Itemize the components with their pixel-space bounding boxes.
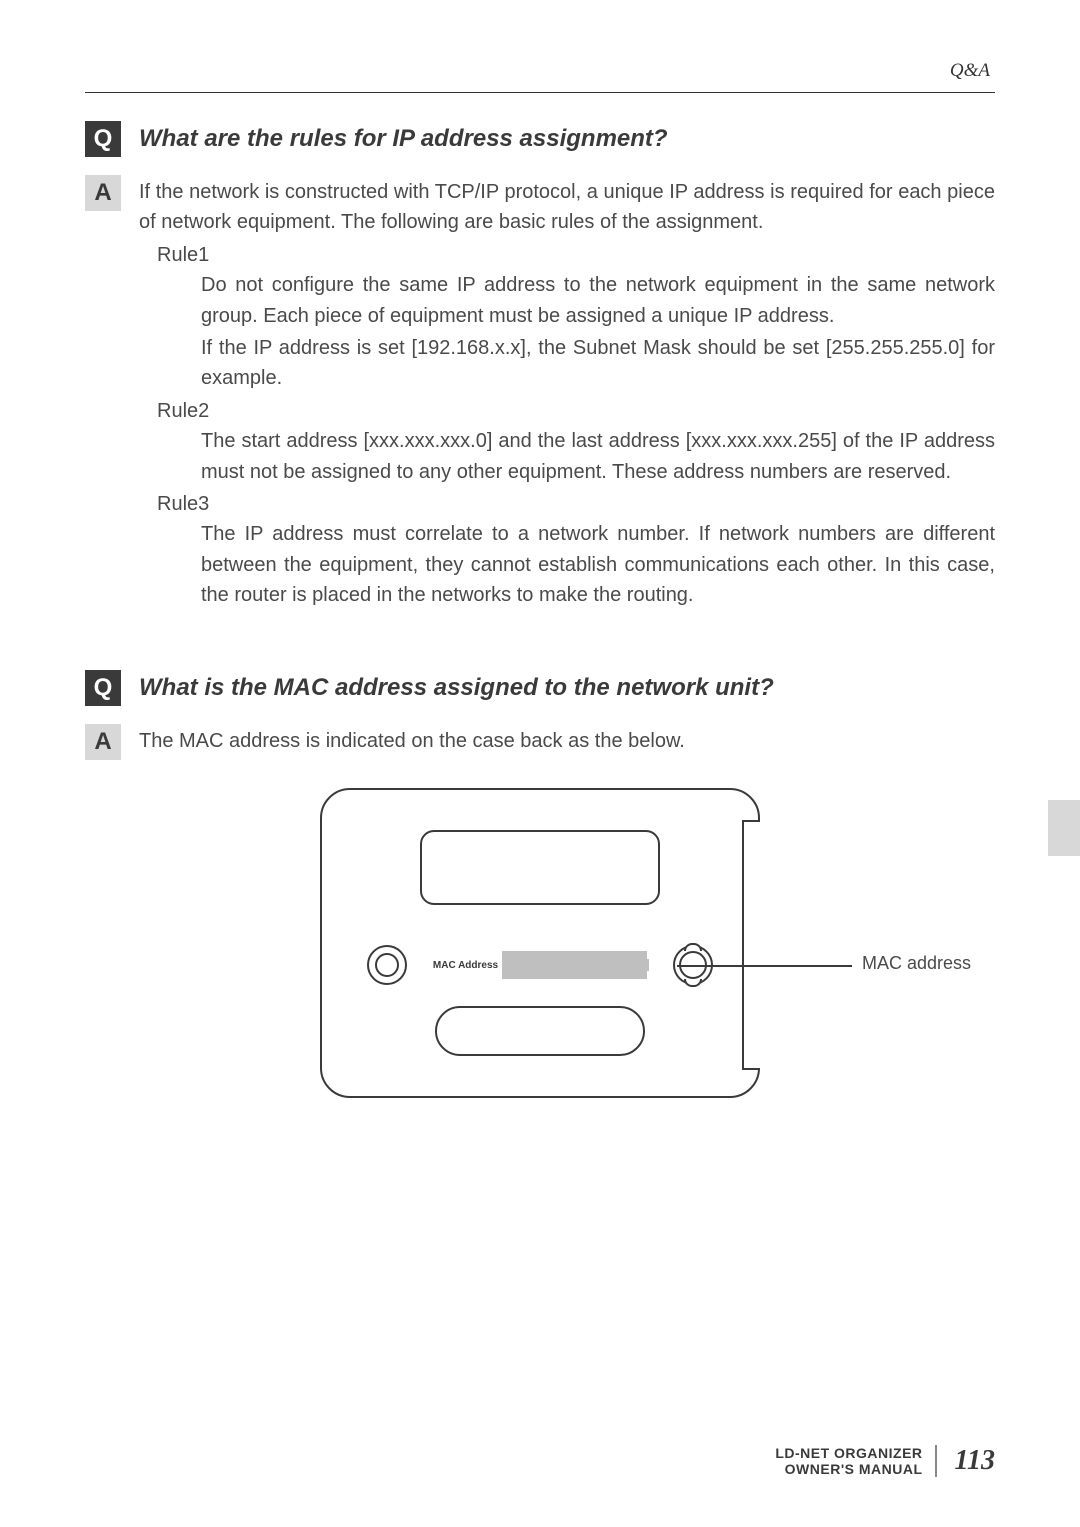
page-footer: LD-NET ORGANIZER OWNER'S MANUAL 113 [775,1445,995,1477]
question-1-text: What are the rules for IP address assign… [139,121,668,153]
answer-2-content: The MAC address is indicated on the case… [139,724,995,756]
a-marker-icon: A [85,724,121,760]
case-notch [742,820,760,1070]
header-divider [85,92,995,93]
case-middle-row: MAC Address [367,945,713,985]
answer-1-intro: If the network is constructed with TCP/I… [139,177,995,238]
question-1-row: Q What are the rules for IP address assi… [85,121,995,157]
page-number: 113 [955,1445,995,1477]
question-2-row: Q What is the MAC address assigned to th… [85,670,995,706]
answer-2-row: A The MAC address is indicated on the ca… [85,724,995,760]
rule3-label: Rule3 [139,489,995,519]
answer-1-row: A If the network is constructed with TCP… [85,175,995,612]
case-top-box [420,830,660,905]
rule2-body: The start address [xxx.xxx.xxx.0] and th… [139,426,995,487]
mac-address-slot [502,951,647,979]
rule1-label: Rule1 [139,240,995,270]
device-case: MAC Address MAC address [320,788,760,1098]
footer-manual-label: OWNER'S MANUAL [775,1461,922,1477]
answer-1-content: If the network is constructed with TCP/I… [139,175,995,612]
a-marker-icon: A [85,175,121,211]
pointer-line [677,965,852,967]
question-2-text: What is the MAC address assigned to the … [139,670,774,702]
mac-address-label: MAC Address [433,960,498,971]
mac-pointer-label: MAC address [862,953,971,974]
q-marker-icon: Q [85,670,121,706]
rule1-body-2: If the IP address is set [192.168.x.x], … [139,333,995,394]
q-marker-icon: Q [85,121,121,157]
footer-product-name: LD-NET ORGANIZER [775,1445,922,1461]
rule3-body: The IP address must correlate to a netwo… [139,519,995,610]
answer-2-text: The MAC address is indicated on the case… [139,726,995,756]
rule2-label: Rule2 [139,396,995,426]
header-section-label: Q&A [85,60,995,82]
footer-divider [935,1445,937,1477]
rule1-body-1: Do not configure the same IP address to … [139,270,995,331]
mac-label-group: MAC Address [433,951,647,979]
mac-diagram: MAC Address MAC address [85,788,995,1098]
case-bottom-box [435,1006,645,1056]
screw-left-icon [367,945,407,985]
side-tab [1048,800,1080,856]
